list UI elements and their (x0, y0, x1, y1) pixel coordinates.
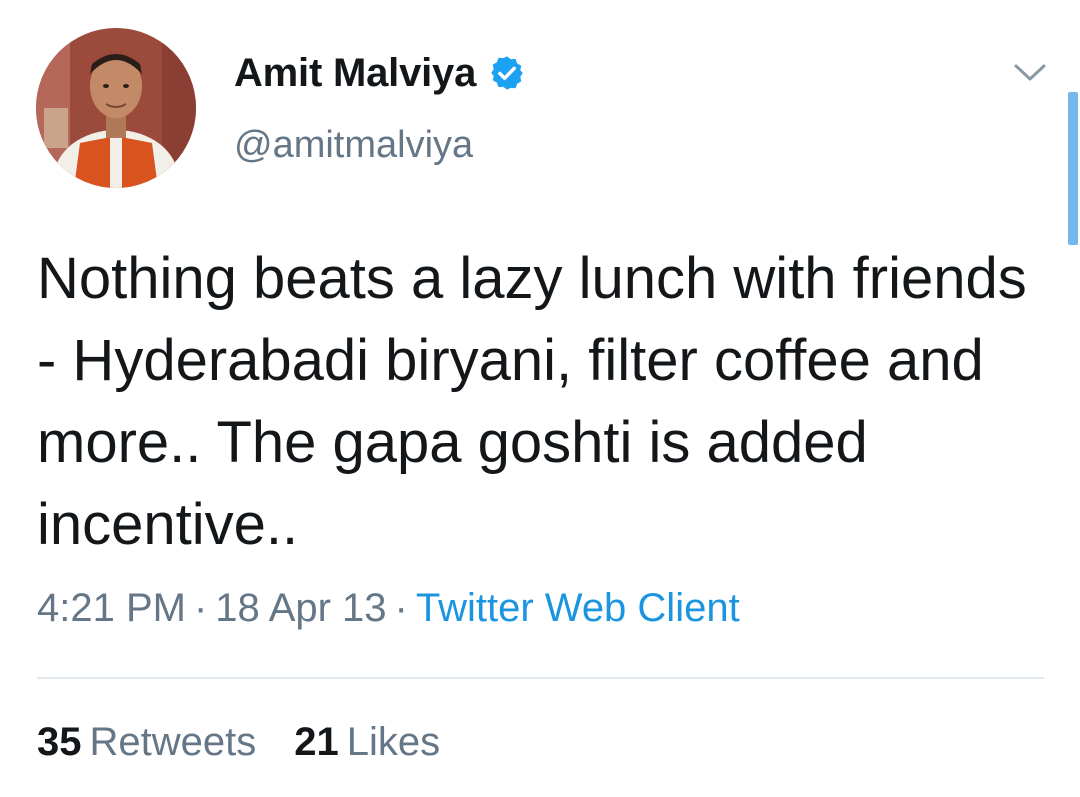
tweet-time[interactable]: 4:21 PM (37, 586, 186, 630)
author-handle[interactable]: @amitmalviya (234, 124, 473, 167)
tweet-client-link[interactable]: Twitter Web Client (416, 586, 740, 630)
chevron-down-icon[interactable] (1010, 58, 1050, 86)
likes-count: 21 (294, 720, 339, 764)
divider (37, 677, 1044, 679)
author-display-name[interactable]: Amit Malviya (234, 51, 476, 96)
tweet-stats: 35 Retweets 21 Likes (37, 720, 440, 765)
avatar-image (36, 28, 196, 188)
retweets-stat[interactable]: 35 Retweets (37, 720, 256, 764)
likes-label: Likes (346, 720, 441, 764)
likes-stat[interactable]: 21 Likes (294, 720, 440, 764)
verified-badge-icon (488, 54, 526, 92)
retweets-count: 35 (37, 720, 82, 764)
retweets-label: Retweets (89, 720, 257, 764)
tweet-card: Amit Malviya @amitmalviya Nothing beats … (0, 0, 1080, 797)
tweet-meta: 4:21 PM · 18 Apr 13 · Twitter Web Client (37, 586, 740, 631)
tweet-date[interactable]: 18 Apr 13 (215, 586, 386, 630)
tweet-text: Nothing beats a lazy lunch with friends … (37, 246, 1043, 557)
profile-avatar[interactable] (36, 28, 196, 188)
meta-separator: · (394, 586, 408, 630)
meta-separator: · (193, 586, 208, 630)
author-name-row[interactable]: Amit Malviya (234, 48, 526, 98)
scrollbar-thumb[interactable] (1068, 92, 1078, 245)
